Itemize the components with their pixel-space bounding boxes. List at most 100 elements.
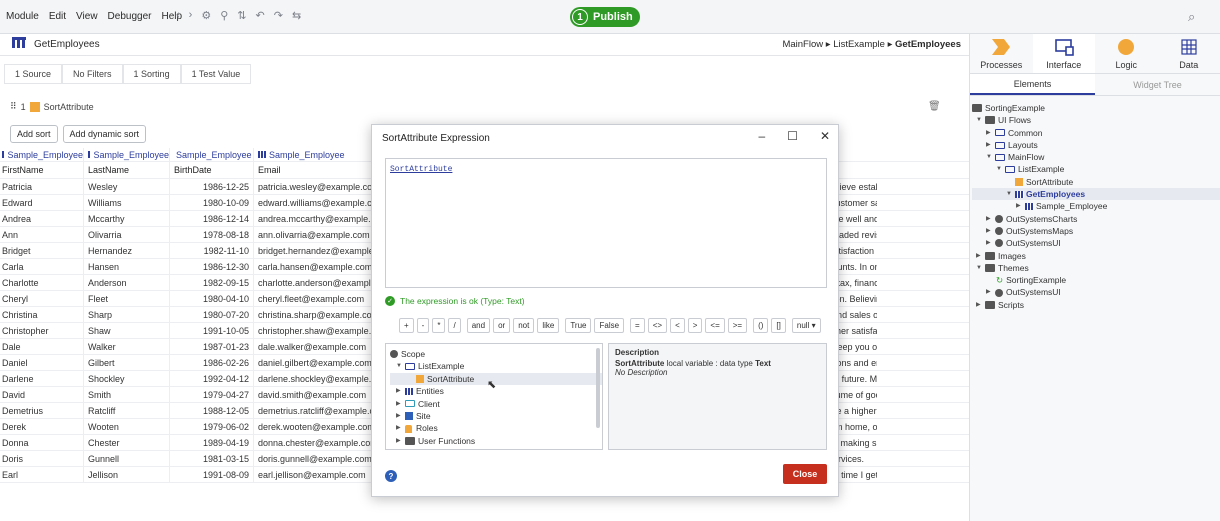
collapse-icon[interactable]: ▼ <box>996 163 1005 175</box>
op-eq-button[interactable]: = <box>630 318 645 333</box>
op-divide-button[interactable]: / <box>448 318 461 333</box>
tab-sorting[interactable]: 1 Sorting <box>122 64 181 83</box>
op-gte-button[interactable]: >= <box>727 318 748 333</box>
close-icon[interactable]: ✕ <box>820 129 830 143</box>
expand-icon[interactable]: ▶ <box>1016 200 1025 212</box>
tab-data[interactable]: Data <box>1158 34 1220 73</box>
op-parens-button[interactable]: () <box>753 318 769 333</box>
tree-node[interactable]: ▶ OutSystemsUI <box>972 286 1220 298</box>
tree-node[interactable]: ▼ ListExample <box>972 163 1220 175</box>
menu-debugger[interactable]: Debugger <box>108 11 152 22</box>
collapse-icon[interactable]: ▼ <box>986 151 995 163</box>
tree-node[interactable]: ▶ OutSystemsMaps <box>972 225 1220 237</box>
tab-processes[interactable]: Processes <box>970 34 1033 73</box>
menu-edit[interactable]: Edit <box>49 11 66 22</box>
undo-icon[interactable]: ↶ <box>256 9 265 22</box>
expand-icon[interactable]: ▶ <box>976 250 985 262</box>
redo-icon[interactable]: ↷ <box>274 9 283 22</box>
scope-node[interactable]: ▶ Roles <box>390 422 598 434</box>
expand-icon[interactable]: ▶ <box>986 213 995 225</box>
expand-icon[interactable]: ▶ <box>976 299 985 311</box>
merge-icon[interactable]: ⇅ <box>237 9 246 22</box>
compare-icon[interactable]: ⇆ <box>292 9 301 22</box>
scope-node[interactable]: ▶ User Functions <box>390 435 598 447</box>
op-true-button[interactable]: True <box>565 318 592 333</box>
publish-button[interactable]: 1 Publish <box>570 7 640 27</box>
op-gt-button[interactable]: > <box>687 318 703 333</box>
breadcrumb-item[interactable]: ListExample <box>833 39 885 50</box>
op-lt-button[interactable]: < <box>670 318 685 333</box>
op-like-button[interactable]: like <box>537 318 560 333</box>
tree-node[interactable]: ↻ SortingExample <box>972 274 1220 286</box>
tree-node[interactable]: ▶ OutSystemsUI <box>972 237 1220 249</box>
close-button[interactable]: Close <box>783 464 827 484</box>
trash-icon[interactable]: 🗑 <box>928 101 941 112</box>
tab-filters[interactable]: No Filters <box>62 64 123 83</box>
collapse-icon[interactable]: ▼ <box>396 360 405 372</box>
drag-handle-icon[interactable]: ⠿ <box>10 101 17 112</box>
menu-view[interactable]: View <box>76 11 98 22</box>
tab-interface[interactable]: Interface <box>1032 34 1095 73</box>
tree-node[interactable]: SortAttribute <box>972 176 1220 188</box>
settings-icon[interactable]: ⚙ <box>201 9 211 22</box>
help-icon[interactable]: ? <box>385 470 397 482</box>
op-minus-button[interactable]: - <box>416 318 430 333</box>
op-neq-button[interactable]: <> <box>647 318 668 333</box>
breadcrumb-item[interactable]: MainFlow <box>782 39 823 50</box>
expand-icon[interactable]: ▶ <box>986 237 995 249</box>
op-plus-button[interactable]: + <box>399 318 414 333</box>
tab-source[interactable]: 1 Source <box>4 64 63 83</box>
expression-input[interactable]: SortAttribute <box>385 158 827 288</box>
sort-attribute[interactable]: SortAttribute <box>44 102 94 112</box>
add-dynamic-sort-button[interactable]: Add dynamic sort <box>62 125 147 143</box>
tree-node[interactable]: ▼ Themes <box>972 262 1220 274</box>
tree-node[interactable]: SortingExample <box>972 102 1220 114</box>
tree-node[interactable]: ▼ MainFlow <box>972 151 1220 163</box>
op-lte-button[interactable]: <= <box>705 318 725 333</box>
tree-node[interactable]: ▶ Images <box>972 250 1220 262</box>
tree-node-selected[interactable]: ▼ GetEmployees <box>972 188 1220 201</box>
collapse-icon[interactable]: ▼ <box>1006 188 1015 200</box>
tab-widget-tree[interactable]: Widget Tree <box>1095 74 1220 95</box>
expand-icon[interactable]: ▶ <box>396 385 405 397</box>
tab-elements[interactable]: Elements <box>970 74 1095 95</box>
tree-node[interactable]: ▶ Scripts <box>972 299 1220 311</box>
collapse-icon[interactable]: ▼ <box>976 262 985 274</box>
bug-icon[interactable]: ⚲ <box>220 9 228 22</box>
op-false-button[interactable]: False <box>594 318 625 333</box>
expand-icon[interactable]: ▶ <box>396 398 405 410</box>
tree-node[interactable]: ▶ Layouts <box>972 139 1220 151</box>
back-icon[interactable]: ‹ <box>176 9 180 22</box>
null-dropdown[interactable]: null ▾ <box>791 318 821 333</box>
scope-node[interactable]: ▼ ListExample <box>390 360 598 372</box>
op-brackets-button[interactable]: [] <box>771 318 786 333</box>
expand-icon[interactable]: ▶ <box>986 225 995 237</box>
tab-test-values[interactable]: 1 Test Value <box>180 64 252 83</box>
menu-module[interactable]: Module <box>6 11 39 22</box>
scope-node[interactable]: ▶ Client <box>390 398 598 410</box>
scope-node[interactable]: ▶ Site <box>390 410 598 422</box>
search-icon[interactable]: ⌕ <box>1188 9 1195 25</box>
expand-icon[interactable]: ▶ <box>396 422 405 434</box>
tab-logic[interactable]: Logic <box>1095 34 1158 73</box>
expand-icon[interactable]: ▶ <box>986 127 995 139</box>
op-multiply-button[interactable]: * <box>432 318 446 333</box>
op-not-button[interactable]: not <box>513 318 535 333</box>
maximize-icon[interactable]: ☐ <box>787 129 798 143</box>
add-sort-button[interactable]: Add sort <box>10 125 58 143</box>
collapse-icon[interactable]: ▼ <box>976 114 985 126</box>
sort-item[interactable]: ⠿ 1 SortAttribute <box>10 101 94 112</box>
scrollbar[interactable] <box>596 348 600 428</box>
scope-root[interactable]: Scope <box>390 348 598 360</box>
op-and-button[interactable]: and <box>466 318 491 333</box>
tree-node[interactable]: ▼ UI Flows <box>972 114 1220 126</box>
minimize-icon[interactable]: – <box>758 129 765 143</box>
tree-node[interactable]: ▶ Sample_Employee <box>972 200 1220 212</box>
expand-icon[interactable]: ▶ <box>396 410 405 422</box>
tree-node[interactable]: ▶ OutSystemsCharts <box>972 213 1220 225</box>
expand-icon[interactable]: ▶ <box>986 139 995 151</box>
tree-node[interactable]: ▶ Common <box>972 127 1220 139</box>
expand-icon[interactable]: ▶ <box>396 435 405 447</box>
op-or-button[interactable]: or <box>493 318 511 333</box>
forward-icon[interactable]: › <box>189 9 193 22</box>
